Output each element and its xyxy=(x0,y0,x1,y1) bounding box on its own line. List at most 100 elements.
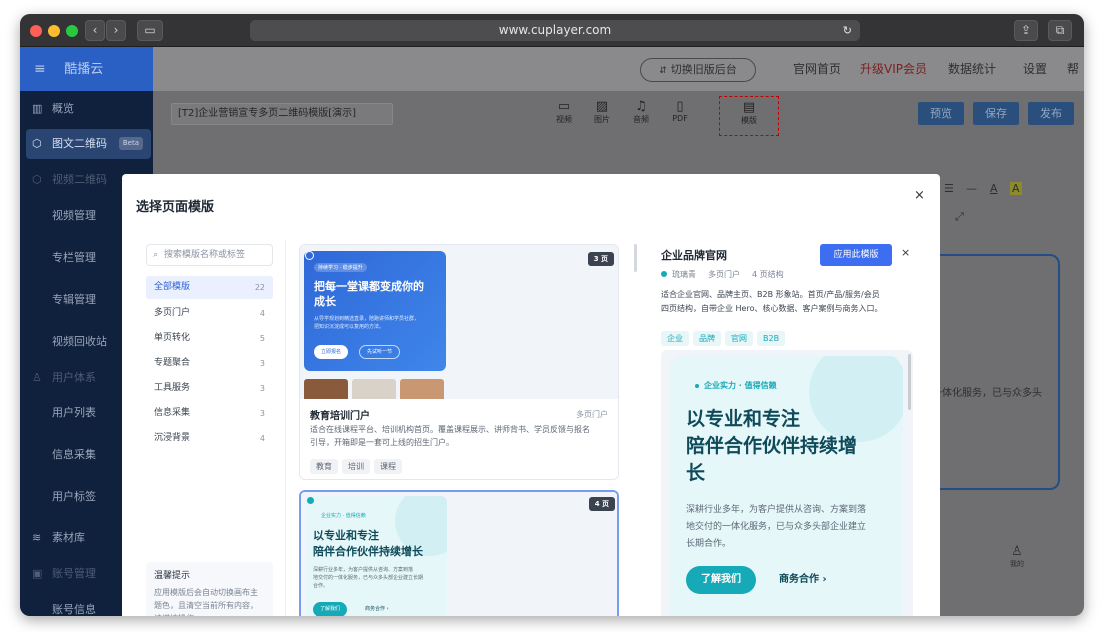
canvas-preview-peek xyxy=(938,254,1060,490)
category-multi-page[interactable]: 多页门户 4 xyxy=(146,301,273,326)
switch-label: 切换旧版后台 xyxy=(670,63,737,76)
reload-icon[interactable]: ↻ xyxy=(843,20,852,41)
headline-line: 陪伴合作伙伴持续增 xyxy=(686,435,858,457)
theme-dot-icon xyxy=(661,271,667,277)
tool-pdf[interactable]: ▯ PDF xyxy=(667,99,693,123)
banner-primary-button: 立即报名 xyxy=(314,345,349,359)
category-single-page[interactable]: 单页转化 5 xyxy=(146,326,273,351)
image-icon: ▨ xyxy=(595,99,609,114)
headline-line: 成长 xyxy=(314,295,336,308)
detail-close-icon[interactable]: × xyxy=(901,246,910,259)
category-all[interactable]: 全部模版 22 xyxy=(146,276,273,299)
preview-scrollbar[interactable] xyxy=(908,354,911,410)
search-icon: ⌕ xyxy=(153,250,159,260)
close-window-icon[interactable] xyxy=(30,25,42,37)
share-icon[interactable]: ⇪ xyxy=(1014,20,1038,41)
search-input[interactable]: ⌕ 搜索模版名称或标签 xyxy=(146,244,273,266)
sidebar-item-label: 账号信息 xyxy=(52,603,96,616)
template-tags: 教育 培训 课程 xyxy=(310,454,406,474)
browser-window: ‹ › ▭ www.cuplayer.com ↻ ⇪ ⧉ ≡ 酷播云 ▥ 概览 ⬡… xyxy=(20,14,1084,616)
tool-template[interactable]: ▤ 模版 xyxy=(719,96,779,136)
highlight-icon[interactable]: A xyxy=(1010,182,1022,195)
course-thumbnails xyxy=(304,379,446,399)
detail-category: 多页门户 xyxy=(708,270,740,279)
preview-headline: 以专业和专注 陪伴合作伙伴持续增长 xyxy=(686,406,857,487)
sidebar-item-overview[interactable]: ▥ 概览 xyxy=(20,94,153,124)
category-count: 3 xyxy=(259,409,265,418)
nav-my[interactable]: ♙ 我的 xyxy=(1010,544,1024,569)
preview-button[interactable]: 预览 xyxy=(918,102,964,125)
switch-old-version-button[interactable]: ⇵ 切换旧版后台 xyxy=(640,58,756,82)
back-icon[interactable]: ‹ xyxy=(85,20,105,41)
category-info-collect[interactable]: 信息采集 3 xyxy=(146,401,273,426)
card-thumbnail: 持续学习 · 稳步提升 把每一堂课都变成你的 成长 从导学规划到精选直录，陪跑讲师… xyxy=(300,245,618,399)
banner-headline: 把每一堂课都变成你的 成长 xyxy=(314,279,424,309)
list-scrollbar[interactable] xyxy=(634,244,637,272)
nav-help-link[interactable]: 帮助 xyxy=(1067,47,1084,120)
forward-icon[interactable]: › xyxy=(106,20,126,41)
close-icon[interactable]: × xyxy=(914,188,925,203)
apply-template-button[interactable]: 应用此模版 xyxy=(820,244,892,266)
nav-settings-link[interactable]: 设置 xyxy=(1023,47,1047,91)
doc-title: [T2]企业营销宣专多页二维码模版[演示] xyxy=(178,108,357,119)
category-topic[interactable]: 专题聚合 3 xyxy=(146,351,273,376)
detail-tags: 企业 品牌 官网 B2B xyxy=(661,326,789,346)
category-label: 信息采集 xyxy=(154,408,191,418)
nav-stats-link[interactable]: 数据统计 xyxy=(948,47,996,91)
preview-secondary-button: 商务合作 › xyxy=(779,574,827,585)
publish-button[interactable]: 发布 xyxy=(1028,102,1074,125)
zoom-window-icon[interactable] xyxy=(66,25,78,37)
nav-label: 我的 xyxy=(1010,560,1024,568)
sub-line: 长期合作。 xyxy=(686,539,732,549)
save-button[interactable]: 保存 xyxy=(973,102,1019,125)
pages-badge: 3 页 xyxy=(587,252,614,266)
expand-icon[interactable]: ⤢ xyxy=(955,210,964,224)
detail-preview: 企业实力 · 值得信赖 以专业和专注 陪伴合作伙伴持续增长 深耕行业多年，为客户提… xyxy=(661,350,913,616)
tool-label: PDF xyxy=(672,114,688,123)
category-label: 沉浸背景 xyxy=(154,433,191,443)
template-card-corporate[interactable]: 企业实力 · 值得信赖 以专业和专注 陪伴合作伙伴持续增长 深耕行业多年，为客户提… xyxy=(299,490,619,616)
template-modal: 选择页面模版 × ⌕ 搜索模版名称或标签 全部模版 22 多页门户 4 单页转化 5 专… xyxy=(122,174,940,616)
nav-home-link[interactable]: 官网首页 xyxy=(793,47,841,91)
category-label: 专题聚合 xyxy=(154,358,191,368)
sidebar-toggle-icon[interactable]: ▭ xyxy=(137,20,163,41)
address-bar[interactable]: www.cuplayer.com ↻ xyxy=(250,20,860,41)
desc-line: 引导，开箱即是一套可上线的招生门户。 xyxy=(310,438,454,447)
dash-icon[interactable]: — xyxy=(966,182,977,195)
tool-video[interactable]: ▭ 视频 xyxy=(551,99,577,125)
headline-line: 长 xyxy=(686,462,706,484)
banner-primary-button: 了解我们 xyxy=(313,602,348,616)
category-tools[interactable]: 工具服务 3 xyxy=(146,376,273,401)
detail-title: 企业品牌官网 xyxy=(661,249,727,262)
font-color-icon[interactable]: A xyxy=(990,182,998,195)
tool-image[interactable]: ▨ 图片 xyxy=(589,99,615,125)
tool-audio[interactable]: ♫ 音频 xyxy=(628,99,654,125)
tag: 教育 xyxy=(310,459,338,474)
sub-line: 把知识沉淀成可以复用的方法。 xyxy=(314,324,385,330)
sub-line: 地交付的一体化服务，已与众多头部企业建立 xyxy=(686,522,867,532)
category-immersive[interactable]: 沉浸背景 4 xyxy=(146,426,273,451)
template-card-education[interactable]: 持续学习 · 稳步提升 把每一堂课都变成你的 成长 从导学规划到精选直录，陪跑讲师… xyxy=(299,244,619,480)
desc-line: 适合企业官网、品牌主页、B2B 形象站。首页/产品/服务/会员 xyxy=(661,290,880,299)
sub-line: 地交付的一体化服务，已与众多头部企业建立长期 xyxy=(313,575,424,581)
tool-label: 图片 xyxy=(594,115,610,124)
sidebar-item-label: 用户标签 xyxy=(52,490,96,503)
align-icon[interactable]: ☰ xyxy=(944,182,954,195)
sidebar-item-image-qrcode[interactable]: ⬡ 图文二维码 Beta xyxy=(26,129,151,159)
thumbnail-image xyxy=(352,379,396,399)
editor-toolbar: [T2]企业营销宣专多页二维码模版[演示] ▭ 视频 ▨ 图片 ♫ 音频 ▯ PDF ▤… xyxy=(153,91,1084,155)
minimize-window-icon[interactable] xyxy=(48,25,60,37)
sidebar-item-label: 信息采集 xyxy=(52,448,96,461)
thumbnail-image xyxy=(400,379,444,399)
sidebar-item-label: 视频管理 xyxy=(52,209,96,222)
doc-title-field[interactable]: [T2]企业营销宣专多页二维码模版[演示] xyxy=(171,103,393,125)
url-text: www.cuplayer.com xyxy=(498,23,612,37)
detail-desc: 适合企业官网、品牌主页、B2B 形象站。首页/产品/服务/会员 四页结构，自带企业… xyxy=(661,288,913,316)
tabs-icon[interactable]: ⧉ xyxy=(1048,20,1072,41)
tag: 课程 xyxy=(374,459,402,474)
hero-banner: 持续学习 · 稳步提升 把每一堂课都变成你的 成长 从导学规划到精选直录，陪跑讲师… xyxy=(304,251,446,371)
nav-vip-link[interactable]: 升级VIP会员 xyxy=(860,47,927,91)
category-count: 5 xyxy=(259,334,265,343)
sidebar-item-label: 图文二维码 xyxy=(52,137,107,150)
hamburger-icon[interactable]: ≡ xyxy=(34,61,46,77)
